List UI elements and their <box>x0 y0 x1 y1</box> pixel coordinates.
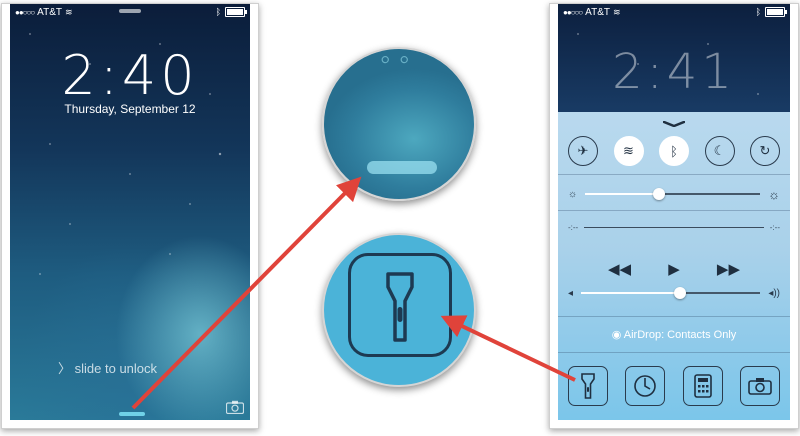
annotation-arrows <box>131 176 576 410</box>
arrow-to-flashlight <box>440 315 576 382</box>
arrow-to-grabber <box>131 176 362 410</box>
